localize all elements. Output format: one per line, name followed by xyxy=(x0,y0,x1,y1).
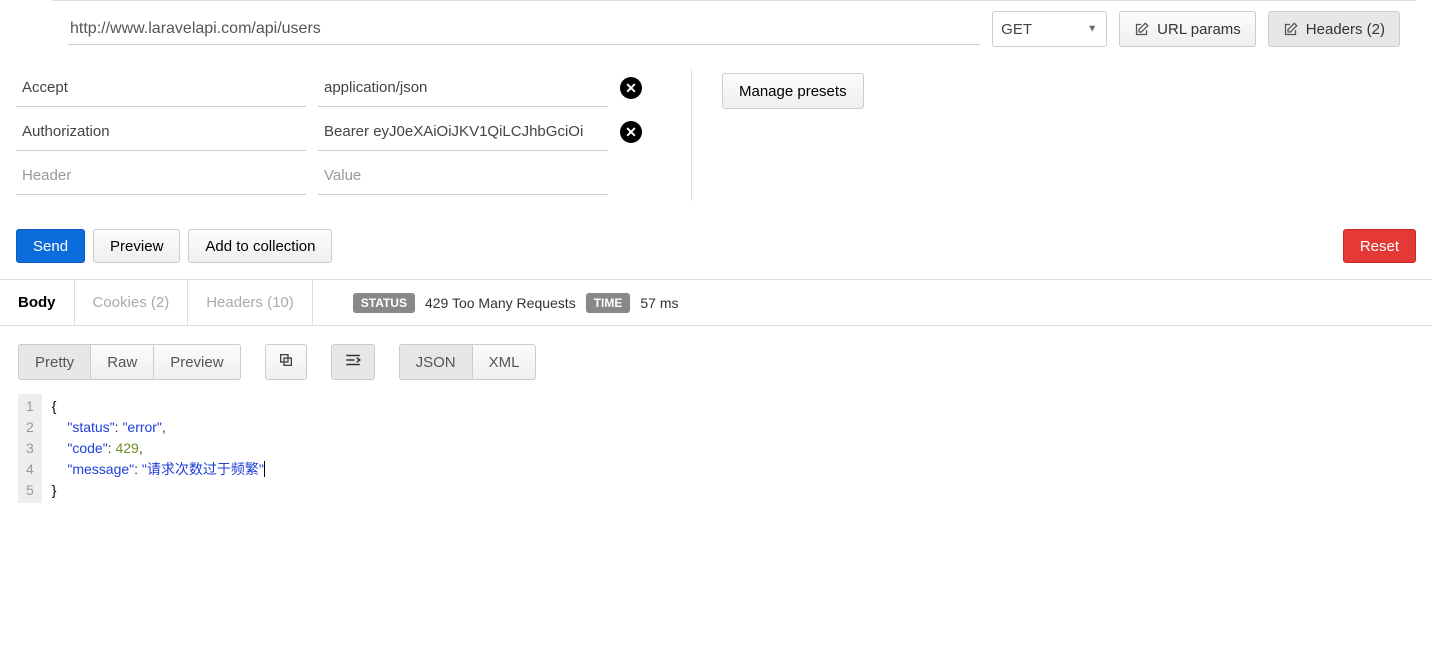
header-row: ✕ xyxy=(16,69,661,107)
manage-presets-button[interactable]: Manage presets xyxy=(722,73,864,109)
header-row: ✕ xyxy=(16,113,661,151)
url-params-button[interactable]: URL params xyxy=(1119,11,1256,47)
headers-table: ✕ ✕ xyxy=(16,69,661,201)
tab-cookies[interactable]: Cookies (2) xyxy=(75,280,189,325)
xml-button[interactable]: XML xyxy=(473,344,537,380)
time-pill: TIME xyxy=(586,293,631,313)
header-row-empty xyxy=(16,157,661,195)
raw-button[interactable]: Raw xyxy=(91,344,154,380)
code-content[interactable]: { "status": "error", "code": 429, "messa… xyxy=(42,394,275,503)
time-text: 57 ms xyxy=(640,295,678,311)
preview-button[interactable]: Preview xyxy=(93,229,180,263)
tab-body[interactable]: Body xyxy=(0,280,75,325)
header-value-input[interactable] xyxy=(318,113,608,151)
json-button[interactable]: JSON xyxy=(399,344,473,380)
pretty-button[interactable]: Pretty xyxy=(18,344,91,380)
preview-view-button[interactable]: Preview xyxy=(154,344,240,380)
response-body: 1 2 3 4 5 { "status": "error", "code": 4… xyxy=(0,394,1432,503)
send-button[interactable]: Send xyxy=(16,229,85,263)
url-params-label: URL params xyxy=(1157,21,1241,38)
method-select[interactable]: GET xyxy=(992,11,1107,47)
header-key-input[interactable] xyxy=(16,113,306,151)
delete-header-button[interactable]: ✕ xyxy=(620,121,642,143)
status-text: 429 Too Many Requests xyxy=(425,295,576,311)
close-icon: ✕ xyxy=(625,124,637,141)
reset-button[interactable]: Reset xyxy=(1343,229,1416,263)
tab-headers[interactable]: Headers (10) xyxy=(188,280,313,325)
edit-icon xyxy=(1134,22,1149,37)
header-key-input[interactable] xyxy=(16,69,306,107)
delete-header-button[interactable]: ✕ xyxy=(620,77,642,99)
wrap-button[interactable] xyxy=(331,344,375,380)
url-input[interactable] xyxy=(68,14,980,45)
edit-icon xyxy=(1283,22,1298,37)
header-value-input[interactable] xyxy=(318,157,608,195)
header-key-input[interactable] xyxy=(16,157,306,195)
status-pill: STATUS xyxy=(353,293,415,313)
headers-button[interactable]: Headers (2) xyxy=(1268,11,1400,47)
status-area: STATUS 429 Too Many Requests TIME 57 ms xyxy=(353,293,679,313)
wrap-icon xyxy=(344,352,362,368)
add-collection-button[interactable]: Add to collection xyxy=(188,229,332,263)
headers-button-label: Headers (2) xyxy=(1306,21,1385,38)
header-value-input[interactable] xyxy=(318,69,608,107)
close-icon: ✕ xyxy=(625,80,637,97)
line-gutter: 1 2 3 4 5 xyxy=(18,394,42,503)
copy-icon xyxy=(278,352,294,368)
copy-button[interactable] xyxy=(265,344,307,380)
